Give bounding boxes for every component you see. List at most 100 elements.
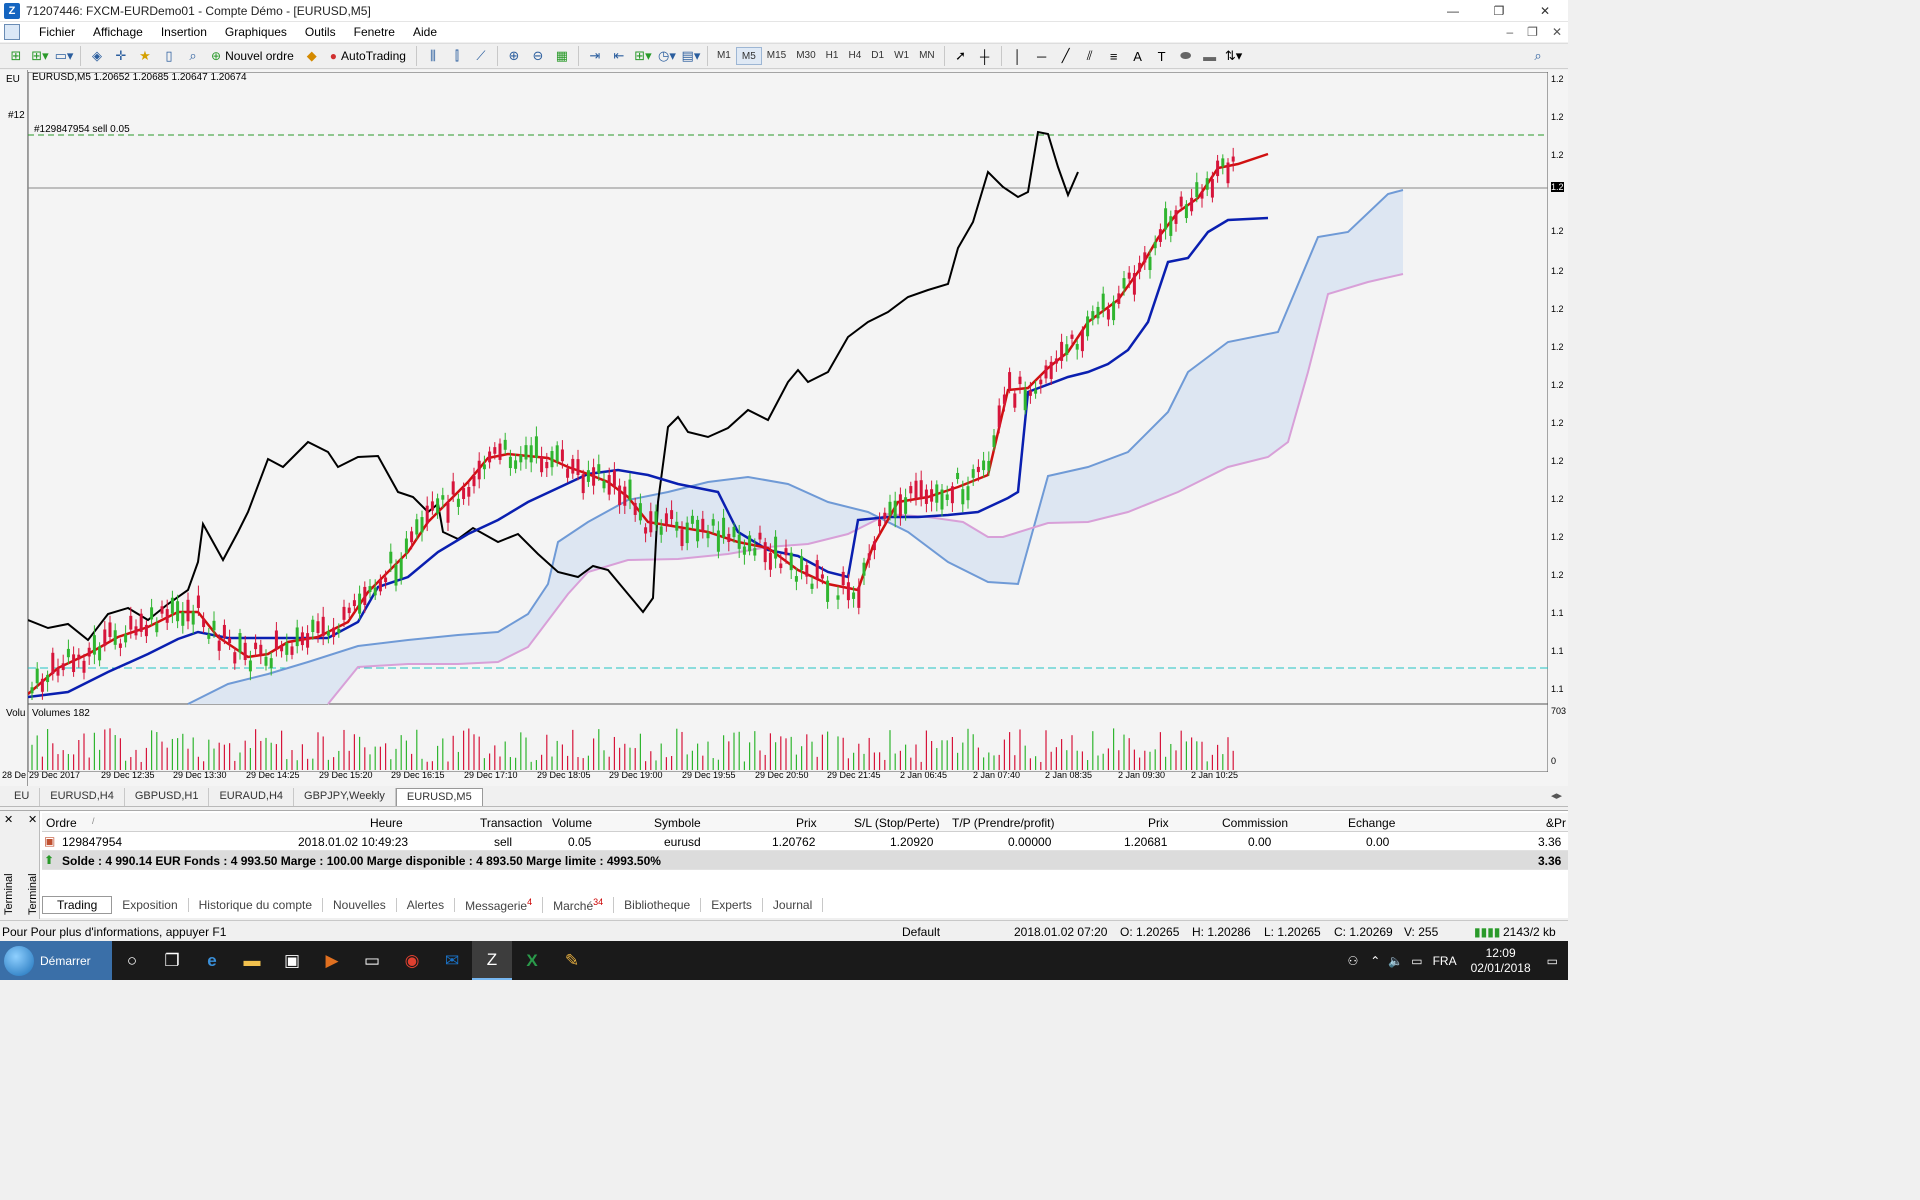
media-player-icon[interactable]: ▶ (312, 941, 352, 980)
price-axis[interactable]: 1.2 1.2 1.2 1.2 1.2 1.2 1.2 1.2 1.2 1.2 … (1549, 70, 1568, 786)
background-chart-window[interactable]: EU #12 Volu (0, 70, 28, 786)
search-icon[interactable]: ○ (112, 941, 152, 980)
menu-fichier[interactable]: Fichier (30, 25, 84, 39)
outlook-icon[interactable]: ✉ (432, 941, 472, 980)
rectangle-icon[interactable]: ▬ (1200, 46, 1220, 66)
col-tp[interactable]: T/P (Prendre/profit) (952, 816, 1054, 830)
input-language[interactable]: FRA (1433, 954, 1457, 968)
tab-gbpjpy-weekly[interactable]: GBPJPY,Weekly (294, 788, 396, 806)
text-icon[interactable]: A (1128, 46, 1148, 66)
col-heure[interactable]: Heure (370, 816, 403, 830)
new-chart-icon[interactable]: ⊞ (6, 46, 26, 66)
start-button[interactable]: Démarrer (0, 941, 112, 980)
timeframe-m15[interactable]: M15 (762, 47, 791, 65)
timeframe-m1[interactable]: M1 (712, 47, 736, 65)
col-ordre[interactable]: Ordre (46, 816, 77, 830)
table-row[interactable]: ▣ 129847954 2018.01.02 10:49:23 sell 0.0… (42, 832, 1568, 851)
autotrading-button[interactable]: ● AutoTrading (326, 46, 410, 66)
col-commission[interactable]: Commission (1222, 816, 1288, 830)
strategy-tester-icon[interactable]: ⌕ (183, 46, 203, 66)
new-order-button[interactable]: ⊕ Nouvel ordre (207, 46, 298, 66)
col-prix[interactable]: Prix (796, 816, 817, 830)
terminal-close-icon[interactable]: ✕ (28, 813, 37, 826)
time-axis[interactable]: 28 De 29 Dec 2017 29 Dec 12:35 29 Dec 13… (0, 768, 1548, 784)
terminal-icon[interactable]: ▭ (352, 941, 392, 980)
tab-marche[interactable]: Marché34 (543, 897, 615, 913)
menu-graphiques[interactable]: Graphiques (216, 25, 296, 39)
timeframe-mn[interactable]: MN (914, 47, 940, 65)
menu-affichage[interactable]: Affichage (84, 25, 152, 39)
order-take-profit[interactable]: 0.00000 (1008, 835, 1051, 849)
task-view-icon[interactable]: ❐ (152, 941, 192, 980)
volume-icon[interactable]: 🔈 (1388, 954, 1403, 968)
child-restore-icon[interactable]: ❐ (1527, 22, 1538, 42)
tile-windows-icon[interactable]: ▦ (552, 46, 572, 66)
metatrader-icon[interactable]: Z (472, 941, 512, 980)
clock[interactable]: 12:09 02/01/2018 (1471, 946, 1531, 976)
indicators-icon[interactable]: ⊞▾ (633, 46, 653, 66)
tray-expand-icon[interactable]: ⌃ (1370, 954, 1380, 968)
metaeditor-icon[interactable]: ◆ (302, 46, 322, 66)
close-icon[interactable]: ✕ (1522, 0, 1568, 22)
menu-fenetre[interactable]: Fenetre (345, 25, 404, 39)
document-icon[interactable] (4, 24, 20, 40)
window-icon[interactable]: ▭▾ (54, 46, 74, 66)
excel-icon[interactable]: X (512, 941, 552, 980)
tab-eu[interactable]: EU (0, 788, 41, 806)
autoscroll-icon[interactable]: ⇥ (585, 46, 605, 66)
chrome-icon[interactable]: ◉ (392, 941, 432, 980)
arrows-icon[interactable]: ⇅▾ (1224, 46, 1244, 66)
menu-aide[interactable]: Aide (404, 25, 446, 39)
line-chart-icon[interactable]: ⟋ (471, 46, 491, 66)
search-icon[interactable]: ⌕ (1528, 46, 1548, 66)
channel-icon[interactable]: ⫽ (1080, 46, 1100, 66)
timeframe-h1[interactable]: H1 (821, 47, 844, 65)
people-icon[interactable]: ⚇ (1347, 954, 1358, 968)
col-transaction[interactable]: Transaction (480, 816, 542, 830)
tab-nouvelles[interactable]: Nouvelles (323, 898, 397, 912)
zoom-in-icon[interactable]: ⊕ (504, 46, 524, 66)
store-icon[interactable]: ▣ (272, 941, 312, 980)
tab-eurusd-h4[interactable]: EURUSD,H4 (40, 788, 125, 806)
profiles-icon[interactable]: ⊞▾ (30, 46, 50, 66)
candlestick-icon[interactable]: ⫿ (447, 46, 467, 66)
tab-eurusd-m5[interactable]: EURUSD,M5 (395, 788, 483, 806)
tab-experts[interactable]: Experts (701, 898, 763, 912)
horizontal-line-icon[interactable]: ─ (1032, 46, 1052, 66)
tab-historique[interactable]: Historique du compte (189, 898, 324, 912)
text-label-icon[interactable]: T (1152, 46, 1172, 66)
col-symbole[interactable]: Symbole (654, 816, 701, 830)
periods-icon[interactable]: ◷▾ (657, 46, 677, 66)
vertical-line-icon[interactable]: │ (1008, 46, 1028, 66)
fibonacci-icon[interactable]: ≡ (1104, 46, 1124, 66)
templates-icon[interactable]: ▤▾ (681, 46, 701, 66)
notifications-icon[interactable]: ▭ (1547, 954, 1558, 968)
ellipse-icon[interactable]: ⬬ (1176, 46, 1196, 66)
tab-trading[interactable]: Trading (42, 896, 113, 914)
timeframe-m30[interactable]: M30 (791, 47, 820, 65)
order-line-label[interactable]: #129847954 sell 0.05 (34, 124, 130, 135)
col-profit[interactable]: &Pr (1546, 816, 1566, 830)
price-chart[interactable]: EURUSD,M5 1.20652 1.20685 1.20647 1.2067… (28, 72, 1548, 772)
bar-chart-icon[interactable]: ⫼ (423, 46, 443, 66)
market-watch-icon[interactable]: ◈ (87, 46, 107, 66)
tab-exposition[interactable]: Exposition (112, 898, 189, 912)
col-prix-actuel[interactable]: Prix (1148, 816, 1169, 830)
trendline-icon[interactable]: ╱ (1056, 46, 1076, 66)
timeframe-d1[interactable]: D1 (866, 47, 889, 65)
tab-messagerie[interactable]: Messagerie4 (455, 897, 544, 913)
price-chart-canvas[interactable] (28, 72, 1548, 772)
timeframe-w1[interactable]: W1 (889, 47, 914, 65)
connection-icon[interactable]: ▮▮▮▮ (1474, 925, 1500, 939)
cursor-icon[interactable]: ➚ (951, 46, 971, 66)
chart-shift-icon[interactable]: ⇤ (609, 46, 629, 66)
crosshair-icon[interactable]: ┼ (975, 46, 995, 66)
data-window-icon[interactable]: ▯ (159, 46, 179, 66)
tabs-scroll-icon[interactable]: ◂▸ (1551, 789, 1562, 802)
menu-outils[interactable]: Outils (296, 25, 345, 39)
tab-bibliotheque[interactable]: Bibliotheque (614, 898, 702, 912)
col-volume[interactable]: Volume (552, 816, 592, 830)
child-minimize-icon[interactable]: – (1506, 22, 1513, 42)
tab-journal[interactable]: Journal (763, 898, 824, 912)
timeframe-m5[interactable]: M5 (735, 47, 762, 65)
